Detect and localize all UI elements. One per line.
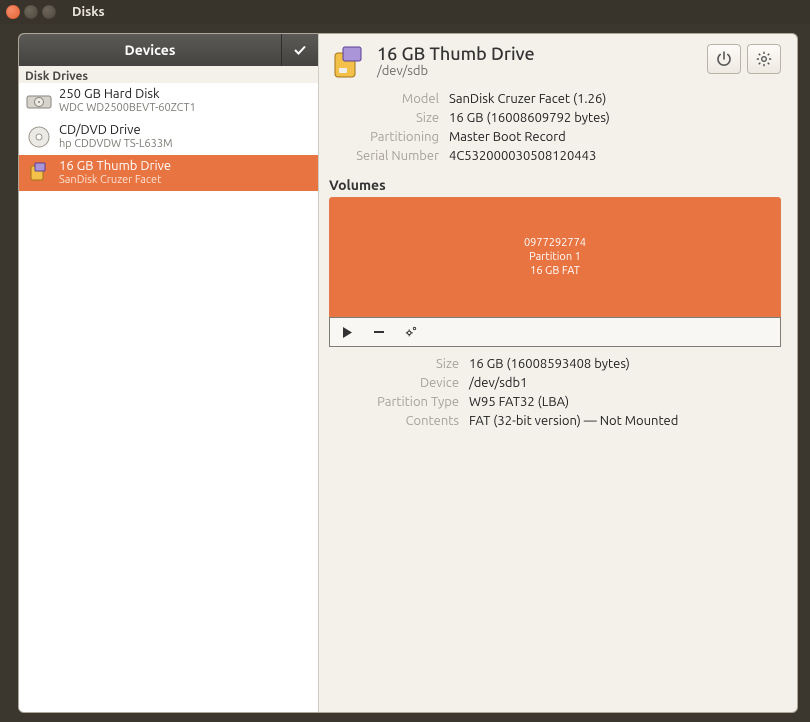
partition-name: 0977292774 bbox=[524, 236, 586, 250]
power-button[interactable] bbox=[707, 44, 741, 74]
check-icon bbox=[293, 43, 307, 57]
drive-text: 16 GB Thumb Drive SanDisk Cruzer Facet bbox=[59, 159, 171, 187]
drive-title: CD/DVD Drive bbox=[59, 123, 173, 138]
volume-properties: Size 16 GB (16008593408 bytes) Device /d… bbox=[329, 357, 781, 428]
drive-list: 250 GB Hard Disk WDC WD2500BEVT-60ZCT1 C… bbox=[19, 83, 318, 712]
volumes-section-title: Volumes bbox=[329, 177, 781, 193]
play-icon bbox=[342, 327, 353, 338]
header-actions bbox=[707, 44, 781, 74]
partition-size: 16 GB FAT bbox=[530, 264, 580, 278]
details-title: 16 GB Thumb Drive bbox=[377, 44, 535, 64]
label-size: Size bbox=[329, 111, 439, 125]
sidebar-title: Devices bbox=[19, 34, 282, 66]
drive-subtitle: SanDisk Cruzer Facet bbox=[59, 174, 171, 187]
usb-drive-icon bbox=[25, 159, 53, 187]
app-frame: Devices Disk Drives 250 GB Hard Disk WDC… bbox=[18, 33, 798, 713]
gear-icon bbox=[756, 51, 772, 67]
value-size: 16 GB (16008609792 bytes) bbox=[449, 111, 781, 125]
value-model: SanDisk Cruzer Facet (1.26) bbox=[449, 92, 781, 106]
value-partitioning: Master Boot Record bbox=[449, 130, 781, 144]
details-title-block: 16 GB Thumb Drive /dev/sdb bbox=[377, 44, 535, 78]
details-header: 16 GB Thumb Drive /dev/sdb bbox=[329, 44, 781, 84]
volume-toolbar bbox=[329, 317, 781, 347]
drive-text: 250 GB Hard Disk WDC WD2500BEVT-60ZCT1 bbox=[59, 87, 196, 115]
titlebar: Disks bbox=[0, 0, 810, 24]
drive-text: CD/DVD Drive hp CDDVDW TS-L633M bbox=[59, 123, 173, 151]
label-vol-device: Device bbox=[329, 376, 459, 390]
label-partitioning: Partitioning bbox=[329, 130, 439, 144]
settings-button[interactable] bbox=[747, 44, 781, 74]
details-subtitle: /dev/sdb bbox=[377, 64, 535, 78]
sidebar-header: Devices bbox=[19, 34, 318, 66]
value-vol-size: 16 GB (16008593408 bytes) bbox=[469, 357, 781, 371]
power-icon bbox=[716, 51, 732, 67]
hard-disk-icon bbox=[25, 87, 53, 115]
value-vol-device: /dev/sdb1 bbox=[469, 376, 781, 390]
mount-button[interactable] bbox=[338, 323, 356, 341]
label-model: Model bbox=[329, 92, 439, 106]
drive-item-cd-dvd[interactable]: CD/DVD Drive hp CDDVDW TS-L633M bbox=[19, 119, 318, 155]
gears-icon bbox=[404, 325, 418, 339]
drive-title: 250 GB Hard Disk bbox=[59, 87, 196, 102]
optical-drive-icon bbox=[25, 123, 53, 151]
minus-icon bbox=[373, 326, 385, 338]
value-serial: 4C532000030508120443 bbox=[449, 149, 781, 163]
details-pane: 16 GB Thumb Drive /dev/sdb Model SanDisk… bbox=[319, 34, 797, 712]
label-vol-contents: Contents bbox=[329, 414, 459, 428]
window-title: Disks bbox=[72, 5, 105, 19]
drive-item-hard-disk[interactable]: 250 GB Hard Disk WDC WD2500BEVT-60ZCT1 bbox=[19, 83, 318, 119]
sidebar-section-label: Disk Drives bbox=[19, 66, 318, 83]
close-icon[interactable] bbox=[6, 5, 20, 19]
sidebar: Devices Disk Drives 250 GB Hard Disk WDC… bbox=[19, 34, 319, 712]
drive-subtitle: WDC WD2500BEVT-60ZCT1 bbox=[59, 102, 196, 115]
apply-button[interactable] bbox=[282, 34, 318, 66]
value-vol-ptype: W95 FAT32 (LBA) bbox=[469, 395, 781, 409]
maximize-icon[interactable] bbox=[42, 5, 56, 19]
volume-layout[interactable]: 0977292774 Partition 1 16 GB FAT bbox=[329, 197, 781, 317]
usb-drive-icon bbox=[329, 44, 369, 84]
label-vol-ptype: Partition Type bbox=[329, 395, 459, 409]
value-vol-contents: FAT (32-bit version) — Not Mounted bbox=[469, 414, 781, 428]
delete-partition-button[interactable] bbox=[370, 323, 388, 341]
drive-subtitle: hp CDDVDW TS-L633M bbox=[59, 138, 173, 151]
partition-label: Partition 1 bbox=[529, 250, 581, 264]
label-serial: Serial Number bbox=[329, 149, 439, 163]
label-vol-size: Size bbox=[329, 357, 459, 371]
drive-title: 16 GB Thumb Drive bbox=[59, 159, 171, 174]
more-actions-button[interactable] bbox=[402, 323, 420, 341]
drive-item-thumb-drive[interactable]: 16 GB Thumb Drive SanDisk Cruzer Facet bbox=[19, 155, 318, 191]
minimize-icon[interactable] bbox=[24, 5, 38, 19]
drive-properties: Model SanDisk Cruzer Facet (1.26) Size 1… bbox=[329, 92, 781, 163]
